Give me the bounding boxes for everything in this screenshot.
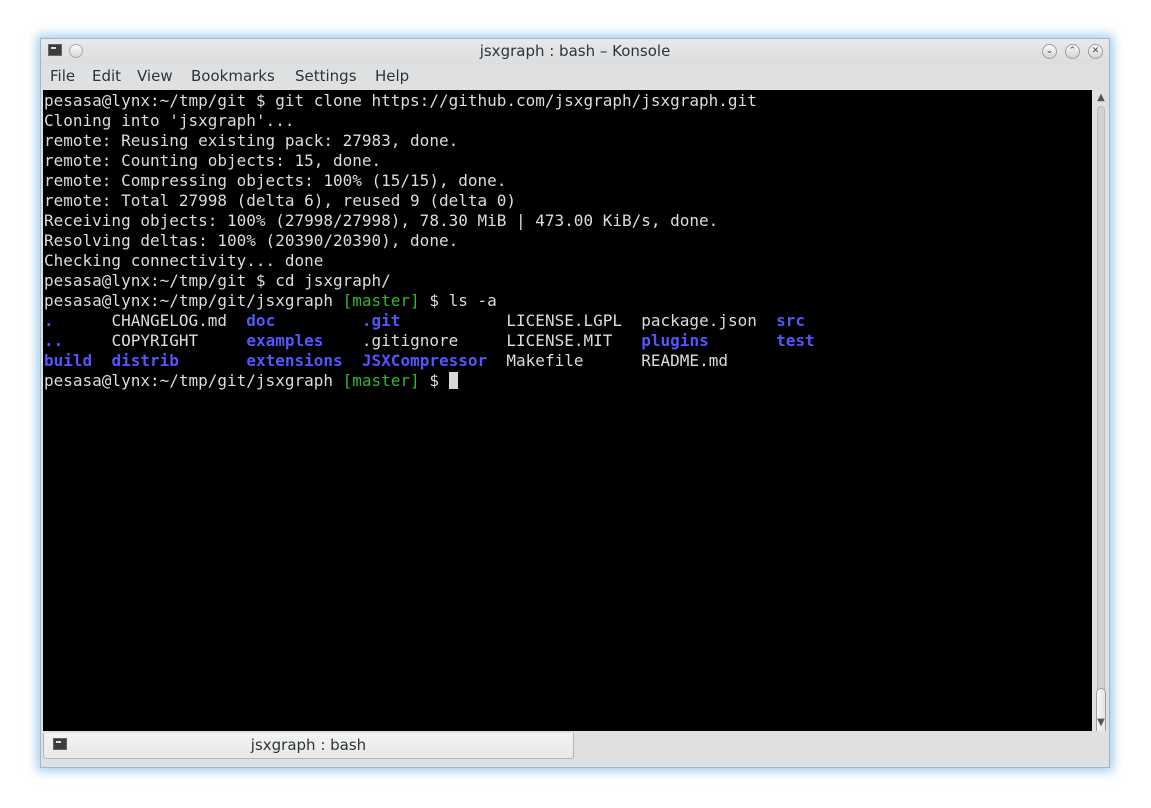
file-entry: .gitignore (361, 331, 459, 350)
directory-entry: doc (246, 311, 276, 330)
directory-entry: plugins (641, 331, 709, 350)
terminal-prompt-line: pesasa@lynx:~/tmp/git/jsxgraph [master] … (44, 371, 458, 391)
tab-label: jsxgraph : bash (250, 736, 367, 754)
terminal-output[interactable]: pesasa@lynx:~/tmp/git $ git clone https:… (43, 90, 1092, 731)
file-entry: README.md (641, 351, 728, 370)
terminal-line: Resolving deltas: 100% (20390/20390), do… (44, 231, 459, 250)
directory-entry: test (776, 331, 815, 350)
directory-entry: .git (361, 311, 401, 330)
file-entry: LICENSE.LGPL (506, 311, 622, 330)
chevron-up-icon: ⌃ (1068, 46, 1077, 56)
text-cursor (448, 372, 458, 389)
title-bar[interactable]: jsxgraph : bash – Konsole ⌄ ⌃ ✕ (41, 39, 1109, 64)
terminal-scrollbar[interactable]: ▲ ▼ (1093, 90, 1109, 750)
scroll-track[interactable] (1097, 106, 1105, 716)
close-icon: ✕ (1091, 46, 1100, 56)
terminal-line: Checking connectivity... done (44, 251, 324, 270)
terminal-line: remote: Compressing objects: 100% (15/15… (44, 171, 507, 190)
directory-entry: JSXCompressor (361, 351, 488, 370)
ls-output-row: .. COPYRIGHT examples .gitignore LICENSE… (44, 331, 815, 351)
terminal-line: remote: Reusing existing pack: 27983, do… (44, 131, 459, 150)
terminal-prompt-line: pesasa@lynx:~/tmp/git/jsxgraph [master] … (44, 291, 497, 311)
menu-bookmarks[interactable]: Bookmarks (191, 67, 275, 85)
terminal-line: remote: Counting objects: 15, done. (44, 151, 382, 170)
terminal-line: pesasa@lynx:~/tmp/git $ cd jsxgraph/ (44, 271, 391, 290)
directory-entry: . (44, 311, 54, 330)
ls-output-row: build distrib extensions JSXCompressor M… (44, 351, 776, 371)
chevron-down-icon: ⌄ (1045, 46, 1054, 56)
prompt-prefix: pesasa@lynx:~/tmp/git/jsxgraph (44, 291, 343, 310)
directory-entry: extensions (246, 351, 343, 370)
directory-entry: examples (246, 331, 324, 350)
window-title: jsxgraph : bash – Konsole (479, 42, 671, 60)
menu-help[interactable]: Help (375, 67, 409, 85)
file-entry: LICENSE.MIT (506, 331, 613, 350)
git-branch: [master] (342, 371, 420, 390)
terminal-line: pesasa@lynx:~/tmp/git $ git clone https:… (44, 91, 757, 110)
file-entry: package.json (641, 311, 757, 330)
terminal-line: Receiving objects: 100% (27998/27998), 7… (44, 211, 719, 230)
terminal-line: Cloning into 'jsxgraph'... (44, 111, 295, 130)
directory-entry: src (776, 311, 806, 330)
file-entry: Makefile (506, 351, 584, 370)
git-branch: [master] (342, 291, 420, 310)
maximize-button[interactable]: ⌃ (1065, 44, 1080, 59)
tab-jsxgraph-bash[interactable]: jsxgraph : bash (43, 733, 574, 759)
prompt-command: $ ls -a (419, 291, 497, 310)
menu-bar: File Edit View Bookmarks Settings Help (41, 64, 1109, 89)
tab-bar: jsxgraph : bash (41, 731, 1109, 767)
ls-output-row: . CHANGELOG.md doc .git LICENSE.LGPL pac… (44, 311, 805, 331)
menu-view[interactable]: View (137, 67, 173, 85)
scroll-up-arrow-icon[interactable]: ▲ (1093, 91, 1109, 105)
menu-settings[interactable]: Settings (295, 67, 357, 85)
directory-entry: build (44, 351, 93, 370)
konsole-window: jsxgraph : bash – Konsole ⌄ ⌃ ✕ File Edi… (40, 38, 1110, 768)
prompt-command: $ (419, 371, 449, 390)
prompt-prefix: pesasa@lynx:~/tmp/git/jsxgraph (44, 371, 343, 390)
close-button[interactable]: ✕ (1088, 44, 1103, 59)
directory-entry: .. (44, 331, 64, 350)
minimize-button[interactable]: ⌄ (1042, 44, 1057, 59)
terminal-line: remote: Total 27998 (delta 6), reused 9 … (44, 191, 517, 210)
scroll-down-arrow-icon[interactable]: ▼ (1093, 716, 1109, 730)
menu-edit[interactable]: Edit (92, 67, 121, 85)
file-entry: CHANGELOG.md (111, 311, 228, 330)
menu-file[interactable]: File (50, 67, 75, 85)
directory-entry: distrib (111, 351, 179, 370)
file-entry: COPYRIGHT (111, 331, 199, 350)
